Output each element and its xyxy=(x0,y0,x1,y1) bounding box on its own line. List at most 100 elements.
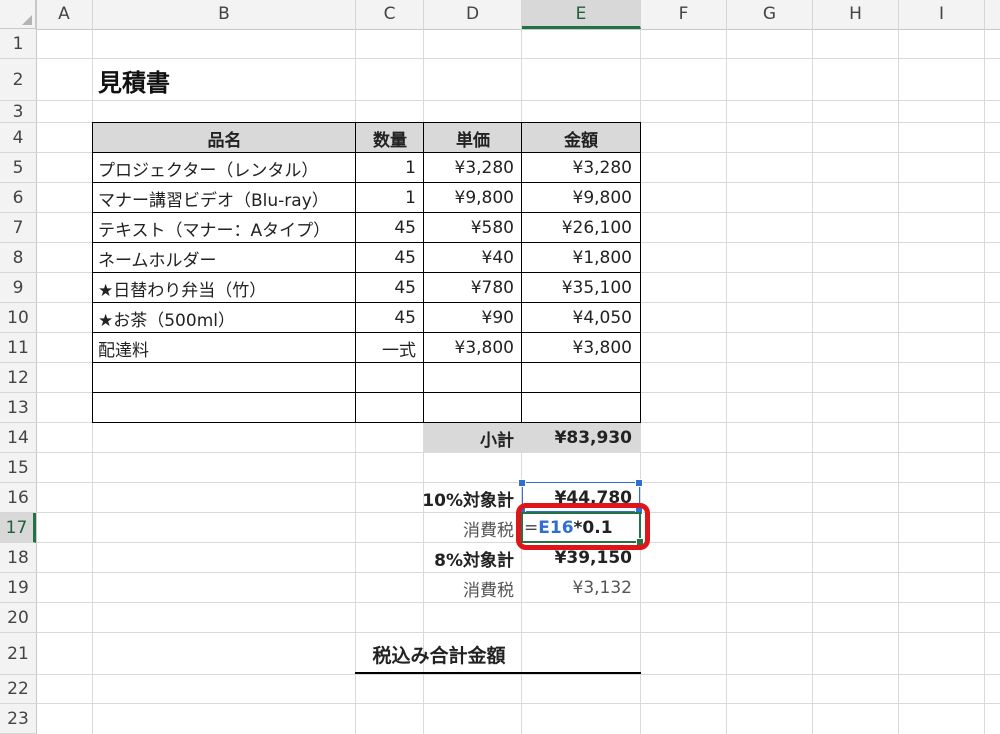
item-price-cell[interactable]: ¥780 xyxy=(424,273,522,303)
item-name-cell[interactable]: プロジェクター（レンタル） xyxy=(93,153,356,183)
row-header-10[interactable]: 10 xyxy=(0,303,36,333)
column-header-h[interactable]: H xyxy=(813,0,899,29)
item-amount-cell[interactable]: ¥3,280 xyxy=(522,153,640,183)
item-amount-cell[interactable]: ¥9,800 xyxy=(522,183,640,213)
gridline xyxy=(726,29,727,734)
row-header-11[interactable]: 11 xyxy=(0,333,36,363)
item-name-cell[interactable]: マナー講習ビデオ（Blu-ray） xyxy=(93,183,356,213)
table-border xyxy=(92,272,641,273)
column-header-f[interactable]: F xyxy=(641,0,727,29)
row-header-20[interactable]: 20 xyxy=(0,603,36,633)
subtotal-label[interactable]: 小計 xyxy=(424,423,522,453)
table-border xyxy=(92,392,641,393)
column-header-i[interactable]: I xyxy=(899,0,985,29)
reference-handle[interactable] xyxy=(518,479,526,487)
row-header-18[interactable]: 18 xyxy=(0,543,36,573)
item-amount-cell[interactable]: ¥1,800 xyxy=(522,243,640,273)
header-item-name[interactable]: 品名 xyxy=(93,123,356,153)
item-price-cell[interactable]: ¥3,280 xyxy=(424,153,522,183)
item-amount-cell[interactable]: ¥3,800 xyxy=(522,333,640,363)
table-border xyxy=(92,122,93,423)
tax8-tax-label[interactable]: 消費税 xyxy=(424,573,522,603)
row-header-15[interactable]: 15 xyxy=(0,453,36,483)
row-header-3[interactable]: 3 xyxy=(0,101,36,123)
table-border xyxy=(92,332,641,333)
row-header-13[interactable]: 13 xyxy=(0,393,36,423)
column-header-c[interactable]: C xyxy=(356,0,424,29)
item-qty-cell[interactable]: 45 xyxy=(356,213,424,243)
column-header-e[interactable]: E xyxy=(522,0,641,29)
item-price-cell[interactable]: ¥9,800 xyxy=(424,183,522,213)
gridline xyxy=(36,703,1000,704)
select-all-corner[interactable] xyxy=(0,0,36,29)
row-header-16[interactable]: 16 xyxy=(0,483,36,513)
item-name-cell[interactable]: 配達料 xyxy=(93,333,356,363)
item-name-cell[interactable]: ★お茶（500ml） xyxy=(93,303,356,333)
sheet-title[interactable]: 見積書 xyxy=(93,59,356,101)
row-header-4[interactable]: 4 xyxy=(0,123,36,153)
grand-total-underline xyxy=(355,672,641,674)
table-border xyxy=(92,242,641,243)
gridline xyxy=(898,29,899,734)
row-header-12[interactable]: 12 xyxy=(0,363,36,393)
item-name-cell[interactable]: テキスト（マナー：Aタイプ） xyxy=(93,213,356,243)
column-header-g[interactable]: G xyxy=(727,0,813,29)
row-header-5[interactable]: 5 xyxy=(0,153,36,183)
row-header-9[interactable]: 9 xyxy=(0,273,36,303)
tax10-tax-label[interactable]: 消費税 xyxy=(424,513,522,543)
item-qty-cell[interactable]: 1 xyxy=(356,183,424,213)
highlight-callout xyxy=(516,503,650,550)
item-name-cell[interactable]: ★日替わり弁当（竹） xyxy=(93,273,356,303)
grand-total-label[interactable]: 税込み合計金額 xyxy=(356,633,522,675)
table-border xyxy=(92,182,641,183)
row-header-21[interactable]: 21 xyxy=(0,633,36,675)
header-quantity[interactable]: 数量 xyxy=(356,123,424,153)
item-price-cell[interactable]: ¥40 xyxy=(424,243,522,273)
item-amount-cell[interactable]: ¥4,050 xyxy=(522,303,640,333)
tax8-total-label[interactable]: 8%対象計 xyxy=(424,543,522,573)
column-header-d[interactable]: D xyxy=(424,0,522,29)
item-price-cell[interactable]: ¥90 xyxy=(424,303,522,333)
row-header-22[interactable]: 22 xyxy=(0,675,36,704)
tax8-tax-value[interactable]: ¥3,132 xyxy=(522,573,640,603)
gridline xyxy=(812,29,813,734)
table-border xyxy=(92,212,641,213)
item-qty-cell[interactable]: 一式 xyxy=(356,333,424,363)
table-border xyxy=(423,122,424,423)
table-border xyxy=(92,302,641,303)
header-amount[interactable]: 金額 xyxy=(522,123,640,153)
column-header-b[interactable]: B xyxy=(93,0,356,29)
item-name-cell[interactable]: ネームホルダー xyxy=(93,243,356,273)
select-all-icon xyxy=(22,15,32,25)
row-header-8[interactable]: 8 xyxy=(0,243,36,273)
table-border xyxy=(92,122,641,123)
row-header-6[interactable]: 6 xyxy=(0,183,36,213)
item-price-cell[interactable]: ¥3,800 xyxy=(424,333,522,363)
row-header-1[interactable]: 1 xyxy=(0,29,36,59)
header-unit-price[interactable]: 単価 xyxy=(424,123,522,153)
item-qty-cell[interactable]: 45 xyxy=(356,273,424,303)
item-amount-cell[interactable]: ¥26,100 xyxy=(522,213,640,243)
item-qty-cell[interactable]: 45 xyxy=(356,303,424,333)
spreadsheet-grid[interactable]: A B C D E F G H I 1 2 3 4 5 6 7 8 9 10 1… xyxy=(0,0,1000,734)
table-border xyxy=(640,122,641,423)
reference-handle[interactable] xyxy=(635,479,643,487)
row-header-2[interactable]: 2 xyxy=(0,59,36,101)
row-header-19[interactable]: 19 xyxy=(0,573,36,603)
table-border xyxy=(355,122,356,423)
row-header-17[interactable]: 17 xyxy=(0,513,36,543)
table-border xyxy=(521,122,522,423)
row-header-7[interactable]: 7 xyxy=(0,213,36,243)
subtotal-value[interactable]: ¥83,930 xyxy=(522,423,640,453)
column-header-a[interactable]: A xyxy=(36,0,93,29)
tax10-total-label[interactable]: 10%対象計 xyxy=(424,483,522,513)
gridline xyxy=(984,29,985,734)
table-border xyxy=(92,152,641,153)
row-header-23[interactable]: 23 xyxy=(0,704,36,734)
item-amount-cell[interactable]: ¥35,100 xyxy=(522,273,640,303)
item-qty-cell[interactable]: 45 xyxy=(356,243,424,273)
row-header-14[interactable]: 14 xyxy=(0,423,36,453)
item-qty-cell[interactable]: 1 xyxy=(356,153,424,183)
item-price-cell[interactable]: ¥580 xyxy=(424,213,522,243)
table-border xyxy=(92,362,641,363)
